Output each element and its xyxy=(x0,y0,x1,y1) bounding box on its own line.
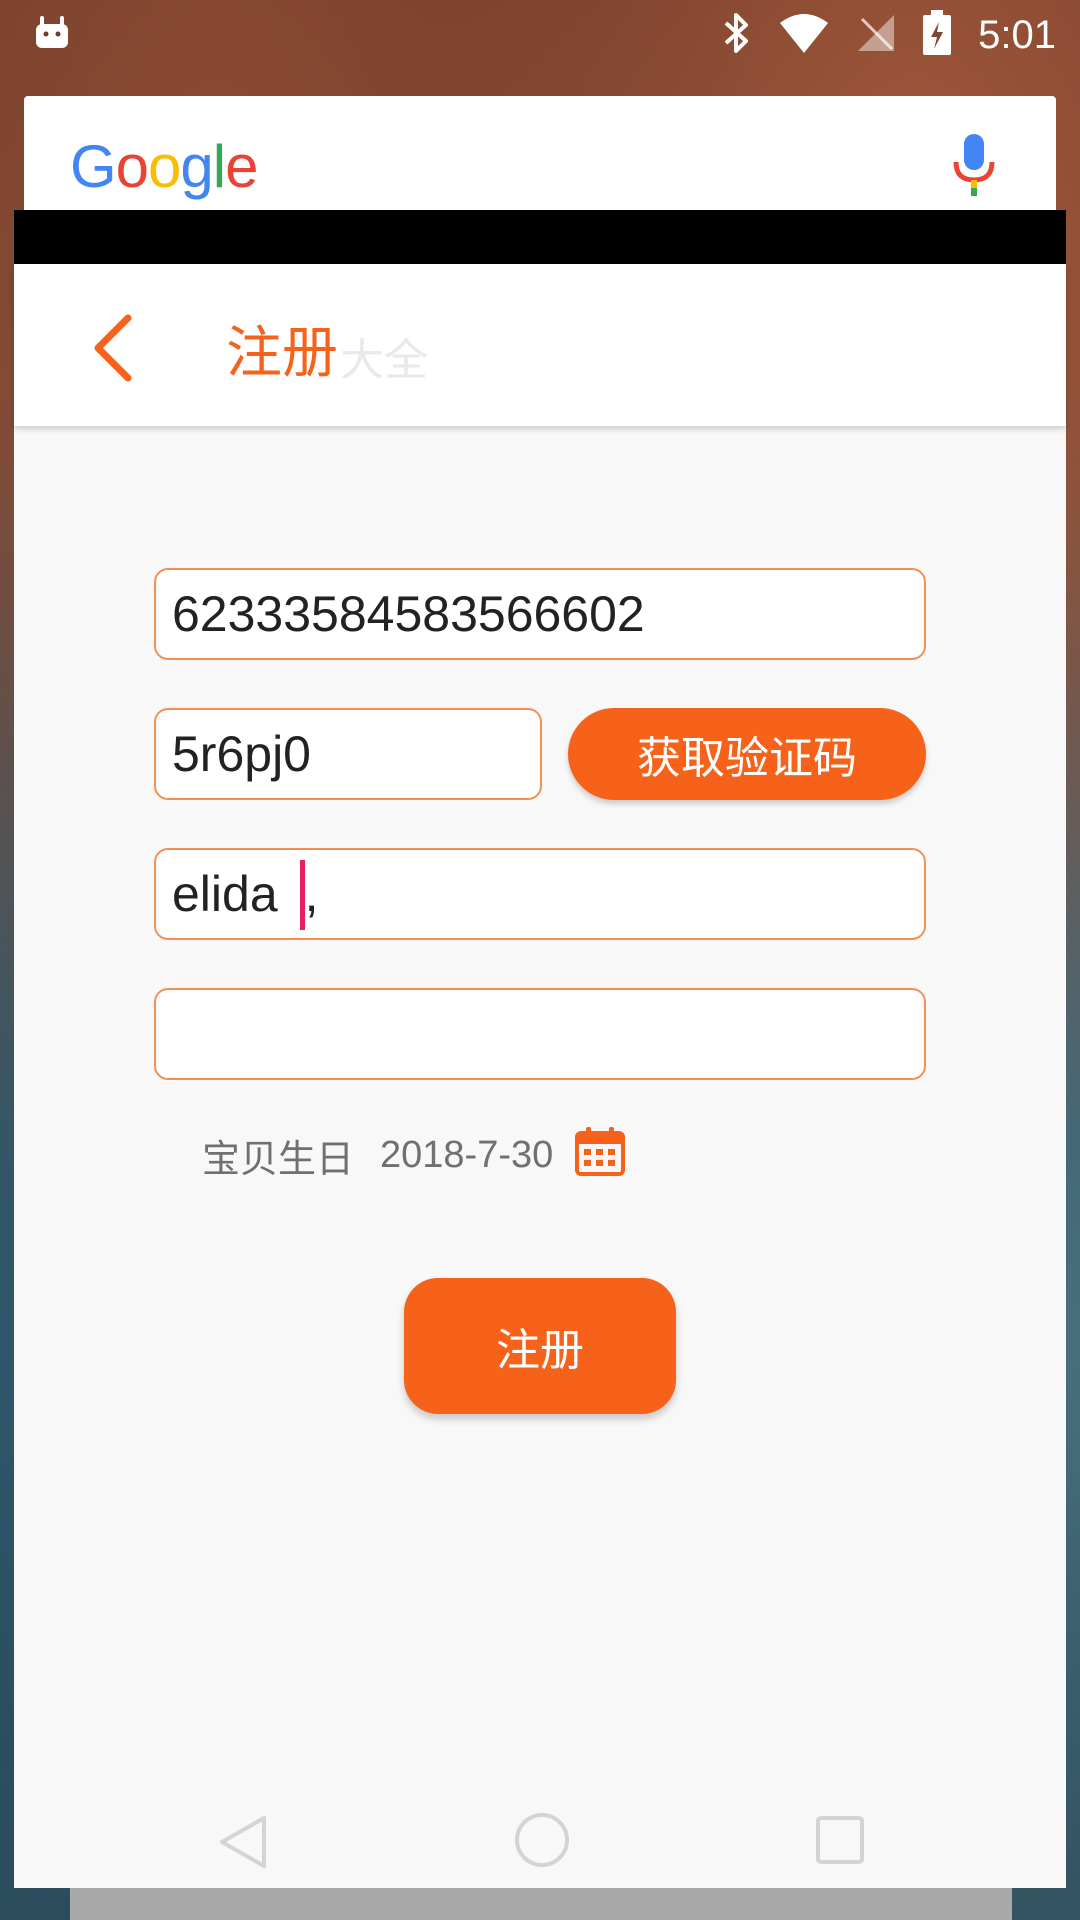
account-input[interactable]: 62333584583566602 xyxy=(154,568,926,660)
register-button[interactable]: 注册 xyxy=(404,1278,676,1414)
navigation-bar xyxy=(14,1790,1066,1888)
logo-letter: g xyxy=(180,133,213,200)
register-screen: 注册 大全 62333584583566602 5r6pj0 获取验证码 eli… xyxy=(14,264,1066,1888)
window-top-band xyxy=(14,210,1066,264)
name-value: elida xyxy=(172,866,278,922)
logo-letter: G xyxy=(70,133,117,200)
birthday-label: 宝贝生日 xyxy=(202,1137,355,1181)
page-title: 注册 xyxy=(226,321,338,386)
birthday-row: 宝贝生日 2018-7-30 xyxy=(202,1126,626,1185)
android-icon xyxy=(34,12,70,56)
verification-code-input[interactable]: 5r6pj0 xyxy=(154,708,542,800)
chevron-left-icon xyxy=(90,314,134,386)
password-input[interactable] xyxy=(154,988,926,1080)
nav-back-icon[interactable] xyxy=(216,1814,268,1874)
toolbar: 注册 大全 xyxy=(14,264,1066,426)
nav-home-icon[interactable] xyxy=(514,1812,570,1872)
bluetooth-icon xyxy=(722,11,752,59)
logo-letter: e xyxy=(225,133,258,200)
status-time: 5:01 xyxy=(978,12,1056,57)
battery-charging-icon xyxy=(922,10,952,60)
get-code-button[interactable]: 获取验证码 xyxy=(568,708,926,800)
logo-letter: o xyxy=(148,133,181,200)
text-cursor xyxy=(299,859,305,930)
no-signal-icon xyxy=(856,13,896,57)
status-bar: 5:01 xyxy=(0,0,1080,72)
logo-letter: l xyxy=(212,133,226,200)
calendar-icon[interactable] xyxy=(575,1126,626,1185)
name-trailing: , xyxy=(304,866,319,922)
birthday-value[interactable]: 2018-7-30 xyxy=(380,1134,553,1177)
nav-recents-icon[interactable] xyxy=(814,1814,866,1870)
logo-letter: o xyxy=(115,133,149,200)
code-value: 5r6pj0 xyxy=(172,726,311,782)
account-value: 62333584583566602 xyxy=(172,586,645,642)
google-logo: Google xyxy=(70,132,259,201)
title-ghost-text: 大全 xyxy=(340,335,428,386)
google-search-widget[interactable]: Google xyxy=(24,96,1056,216)
back-button[interactable] xyxy=(64,302,160,398)
bottom-edge xyxy=(70,1888,1012,1920)
name-input[interactable]: elida, xyxy=(154,848,926,940)
mic-icon[interactable] xyxy=(950,132,998,202)
wifi-icon xyxy=(778,13,830,57)
